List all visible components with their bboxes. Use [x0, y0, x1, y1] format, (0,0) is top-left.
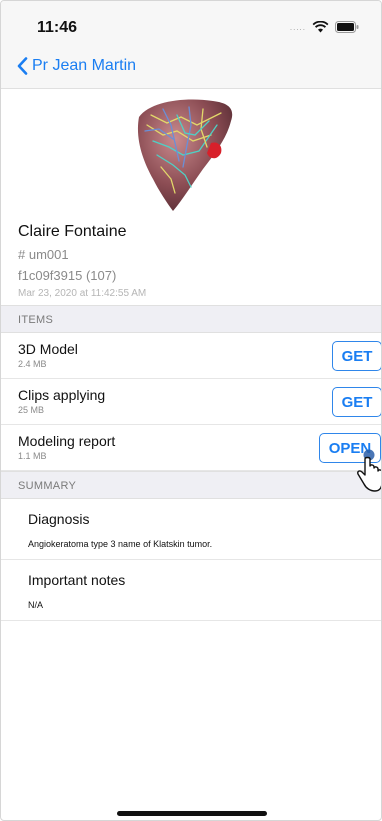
- status-time: 11:46: [37, 19, 78, 36]
- item-row-clips-applying: Clips applying 25 MB GET: [1, 379, 381, 425]
- patient-hash: f1c09f3915 (107): [18, 268, 117, 283]
- item-title: 3D Model: [18, 341, 78, 357]
- item-title: Modeling report: [18, 433, 116, 449]
- item-row-3d-model: 3D Model 2.4 MB GET: [1, 333, 381, 379]
- navigation-bar: Pr Jean Martin: [1, 49, 381, 89]
- home-indicator: [117, 811, 267, 816]
- status-icons: .....: [290, 21, 359, 33]
- item-row-modeling-report: Modeling report 1.1 MB OPEN: [1, 425, 381, 471]
- patient-info: Claire Fontaine # um001 f1c09f3915 (107)…: [18, 223, 146, 299]
- patient-id: # um001: [18, 247, 69, 262]
- items-section-label: ITEMS: [18, 314, 54, 326]
- back-button-label: Pr Jean Martin: [32, 57, 137, 74]
- summary-important-notes: Important notes N/A: [1, 560, 381, 621]
- signal-dots-icon: .....: [289, 22, 306, 32]
- wifi-icon: [312, 21, 329, 33]
- liver-model-thumbnail: [133, 95, 237, 213]
- app-screen: 11:46 ..... Pr Jean Martin Claire Fontai…: [0, 0, 382, 821]
- summary-title: Important notes: [28, 572, 126, 588]
- get-clips-button[interactable]: GET: [332, 387, 381, 417]
- battery-icon: [335, 21, 359, 33]
- summary-text: N/A: [28, 600, 44, 610]
- back-button[interactable]: Pr Jean Martin: [17, 57, 136, 75]
- item-size: 25 MB: [18, 405, 45, 415]
- summary-diagnosis: Diagnosis Angiokeratoma type 3 name of K…: [1, 499, 381, 560]
- items-section-header: ITEMS: [1, 305, 381, 333]
- back-chevron-icon: [17, 57, 28, 75]
- summary-text: Angiokeratoma type 3 name of Klatskin tu…: [28, 539, 213, 549]
- patient-date: Mar 23, 2020 at 11:42:55 AM: [18, 288, 147, 299]
- item-title: Clips applying: [18, 387, 106, 403]
- summary-section-label: SUMMARY: [18, 480, 77, 492]
- patient-name: Claire Fontaine: [18, 223, 127, 240]
- item-size: 1.1 MB: [18, 451, 47, 461]
- summary-section-header: SUMMARY: [1, 471, 381, 499]
- summary-title: Diagnosis: [28, 511, 90, 527]
- item-size: 2.4 MB: [18, 359, 47, 369]
- get-3d-model-button[interactable]: GET: [332, 341, 381, 371]
- status-bar: 11:46 .....: [1, 1, 381, 49]
- pointer-hand-icon: [351, 449, 381, 493]
